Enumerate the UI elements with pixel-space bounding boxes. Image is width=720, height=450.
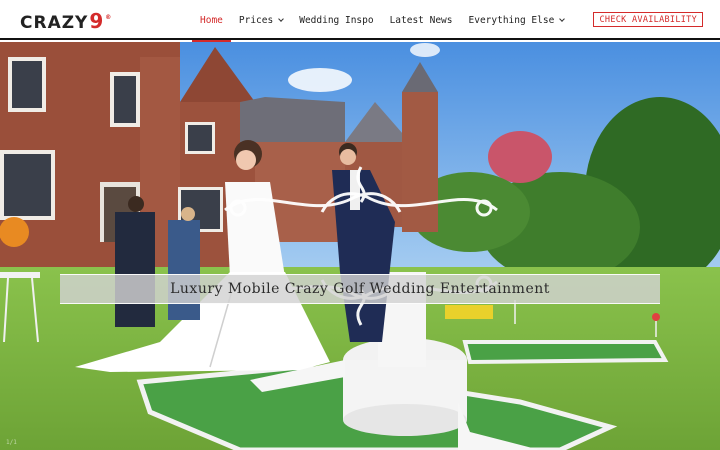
nav-item-prices[interactable]: Prices [231,0,291,40]
check-availability-button[interactable]: CHECK AVAILABILITY [593,12,703,27]
nav-item-label: Wedding Inspo [299,14,374,26]
image-counter: 1/1 [6,439,17,446]
nav-item-label: Home [200,14,223,26]
nav-item-label: Latest News [389,14,453,26]
site-header: CRAZY 9 ® Home Prices Wedding Inspo Late… [0,0,720,42]
nav-item-label: Prices [238,14,274,26]
logo-number: 9 [89,9,105,33]
nav-item-everything-else[interactable]: Everything Else [461,0,573,40]
nav-item-latest-news[interactable]: Latest News [382,0,461,40]
hero-section: Luxury Mobile Crazy Golf Wedding Enterta… [0,42,720,450]
nav-item-home[interactable]: Home [192,0,231,42]
logo-text: CRAZY [20,13,89,33]
chevron-down-icon [559,15,566,22]
nav-item-label: Everything Else [468,14,555,26]
nav-item-wedding-inspo[interactable]: Wedding Inspo [291,0,381,40]
logo[interactable]: CRAZY 9 ® [20,9,113,33]
main-nav: Home Prices Wedding Inspo Latest News Ev… [192,0,573,42]
chevron-down-icon [278,15,285,22]
hero-banner: Luxury Mobile Crazy Golf Wedding Enterta… [60,274,660,304]
hero-title: Luxury Mobile Crazy Golf Wedding Enterta… [170,281,550,297]
registered-mark: ® [105,14,113,21]
hero-image [0,42,720,450]
